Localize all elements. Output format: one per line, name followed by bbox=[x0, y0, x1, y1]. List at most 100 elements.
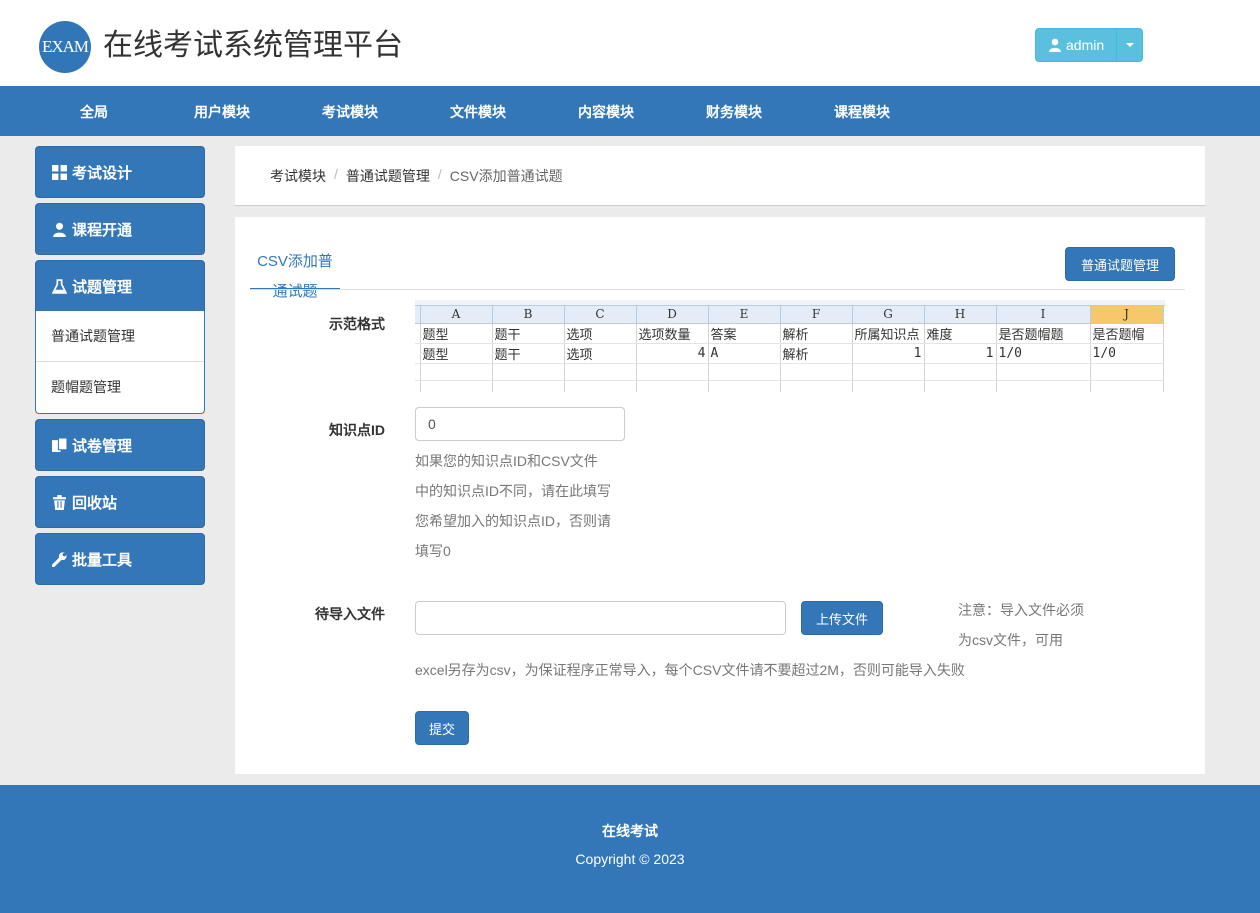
sheet-cell: 解析 bbox=[780, 323, 853, 344]
sheet-cell: 1/0 bbox=[1090, 343, 1164, 364]
footer-title: 在线考试 bbox=[602, 823, 658, 839]
sheet-row: 题型 题干 选项 选项数量 答案 解析 所属知识点 难度 是否题帽题 是否题帽 bbox=[415, 323, 1164, 344]
nav-item-files[interactable]: 文件模块 bbox=[428, 86, 528, 136]
sheet-cell: 选项 bbox=[564, 323, 637, 344]
help-line: 中的知识点ID不同，请在此填写 bbox=[415, 483, 611, 499]
sheet-cell: 是否题帽题 bbox=[996, 323, 1091, 344]
sheet-col-header: C bbox=[564, 306, 637, 324]
sidebar-item-label: 试卷管理 bbox=[72, 437, 133, 455]
sidebar-item-course-open[interactable]: 课程开通 bbox=[35, 203, 205, 255]
help-line: 如果您的知识点ID和CSV文件 bbox=[415, 453, 598, 469]
sidebar-item-label: 回收站 bbox=[72, 494, 118, 512]
sidebar-subitem-normal-questions[interactable]: 普通试题管理 bbox=[36, 311, 204, 362]
sample-sheet-table: A B C D E F G H I J 题型 题干 选项 选项数量 答案 解析 … bbox=[415, 306, 1164, 392]
sheet-cell bbox=[996, 363, 1091, 381]
sidebar-item-label: 批量工具 bbox=[72, 551, 133, 569]
user-button[interactable]: admin bbox=[1036, 29, 1116, 61]
help-line: 您希望加入的知识点ID，否则请 bbox=[415, 513, 611, 529]
nav-item-global[interactable]: 全局 bbox=[44, 86, 144, 136]
sheet-col-header: E bbox=[708, 306, 781, 324]
question-manage-button[interactable]: 普通试题管理 bbox=[1065, 247, 1175, 281]
sheet-cell bbox=[924, 363, 997, 381]
breadcrumb-separator: / bbox=[334, 166, 338, 182]
sheet-cell bbox=[852, 380, 925, 392]
submit-button[interactable]: 提交 bbox=[415, 711, 469, 745]
import-file-input[interactable] bbox=[415, 601, 786, 635]
knowledge-id-help: 如果您的知识点ID和CSV文件 中的知识点ID不同，请在此填写 您希望加入的知识… bbox=[415, 446, 611, 566]
sample-format-label: 示范格式 bbox=[329, 316, 385, 332]
sidebar-item-question-manage[interactable]: 试题管理 bbox=[35, 260, 205, 312]
caret-down-icon bbox=[1125, 43, 1134, 47]
top-nav: 全局 用户模块 考试模块 文件模块 内容模块 财务模块 课程模块 bbox=[0, 86, 1260, 136]
sheet-col-header: G bbox=[852, 306, 925, 324]
sheet-cell bbox=[996, 380, 1091, 392]
sheet-cell: 是否题帽 bbox=[1090, 323, 1164, 344]
sheet-cell: 1/0 bbox=[996, 343, 1091, 364]
nav-item-exam[interactable]: 考试模块 bbox=[300, 86, 400, 136]
sheet-cell bbox=[708, 363, 781, 381]
sheet-cell bbox=[492, 363, 565, 381]
sidebar-item-label: 考试设计 bbox=[72, 164, 133, 182]
nav-item-users[interactable]: 用户模块 bbox=[172, 86, 272, 136]
sheet-cell bbox=[492, 380, 565, 392]
sheet-cell: 1 bbox=[852, 343, 925, 364]
tab-divider bbox=[250, 289, 1185, 290]
sheet-col-header: A bbox=[420, 306, 493, 324]
footer-copyright: Copyright © 2023 bbox=[575, 851, 685, 867]
header: EXAM 在线考试系统管理平台 admin bbox=[0, 0, 1260, 86]
sheet-cell: 题型 bbox=[420, 343, 493, 364]
user-menu-button[interactable]: admin bbox=[1035, 28, 1144, 62]
breadcrumb-panel: 考试模块 / 普通试题管理 / CSV添加普通试题 bbox=[235, 146, 1205, 206]
sheet-cell: A bbox=[708, 343, 781, 364]
sheet-cell bbox=[780, 380, 853, 392]
sheet-cell bbox=[852, 363, 925, 381]
sheet-cell bbox=[636, 363, 709, 381]
sheet-col-header: I bbox=[996, 306, 1091, 324]
upload-file-button[interactable]: 上传文件 bbox=[801, 601, 883, 635]
sheet-cell: 答案 bbox=[708, 323, 781, 344]
nav-item-content[interactable]: 内容模块 bbox=[556, 86, 656, 136]
sheet-cell bbox=[564, 380, 637, 392]
breadcrumb-item-exam[interactable]: 考试模块 bbox=[270, 166, 326, 186]
knowledge-id-label: 知识点ID bbox=[329, 422, 385, 438]
sheet-cell: 解析 bbox=[780, 343, 853, 364]
sidebar-item-label: 试题管理 bbox=[72, 278, 133, 296]
trash-icon bbox=[53, 494, 66, 510]
sheet-cell: 4 bbox=[636, 343, 709, 364]
sheet-cell bbox=[780, 363, 853, 381]
import-file-label: 待导入文件 bbox=[315, 606, 385, 622]
sheet-row-empty bbox=[415, 380, 1164, 392]
sheet-cell: 选项数量 bbox=[636, 323, 709, 344]
file-note-2: excel另存为csv，为保证程序正常导入，每个CSV文件请不要超过2M，否则可… bbox=[415, 662, 965, 678]
nav-item-finance[interactable]: 财务模块 bbox=[684, 86, 784, 136]
sheet-cell: 题干 bbox=[492, 323, 565, 344]
sheet-cell: 所属知识点 bbox=[852, 323, 925, 344]
user-dropdown-toggle[interactable] bbox=[1116, 29, 1142, 61]
main-panel: CSV添加普通试题 普通试题管理 示范格式 A B C D E F G H I … bbox=[235, 217, 1205, 774]
breadcrumb-separator: / bbox=[437, 166, 442, 182]
sheet-cell bbox=[420, 380, 493, 392]
sidebar-subitem-cap-questions[interactable]: 题帽题管理 bbox=[36, 362, 204, 413]
sheet-cell bbox=[636, 380, 709, 392]
sheet-cell: 题干 bbox=[492, 343, 565, 364]
copy-icon bbox=[52, 437, 67, 452]
sheet-toolbar bbox=[415, 300, 1165, 306]
knowledge-id-input[interactable]: 0 bbox=[415, 407, 625, 441]
sidebar-item-paper-manage[interactable]: 试卷管理 bbox=[35, 419, 205, 471]
sidebar-item-recycle[interactable]: 回收站 bbox=[35, 476, 205, 528]
user-icon bbox=[1049, 38, 1061, 52]
sheet-row-empty bbox=[415, 363, 1164, 381]
sample-format-image: A B C D E F G H I J 题型 题干 选项 选项数量 答案 解析 … bbox=[415, 300, 1165, 392]
sheet-cell: 1 bbox=[924, 343, 997, 364]
breadcrumb: 考试模块 / 普通试题管理 / CSV添加普通试题 bbox=[270, 166, 563, 186]
user-icon bbox=[53, 222, 66, 237]
sheet-col-header: F bbox=[780, 306, 853, 324]
footer: 在线考试 Copyright © 2023 bbox=[0, 785, 1260, 913]
tab-csv-add[interactable]: CSV添加普通试题 bbox=[250, 247, 340, 300]
breadcrumb-item-questions[interactable]: 普通试题管理 bbox=[346, 166, 430, 186]
sheet-col-header: D bbox=[636, 306, 709, 324]
sidebar-item-exam-design[interactable]: 考试设计 bbox=[35, 146, 205, 198]
sidebar-submenu: 普通试题管理 题帽题管理 bbox=[35, 311, 205, 414]
sidebar-item-batch-tools[interactable]: 批量工具 bbox=[35, 533, 205, 585]
nav-item-courses[interactable]: 课程模块 bbox=[812, 86, 912, 136]
